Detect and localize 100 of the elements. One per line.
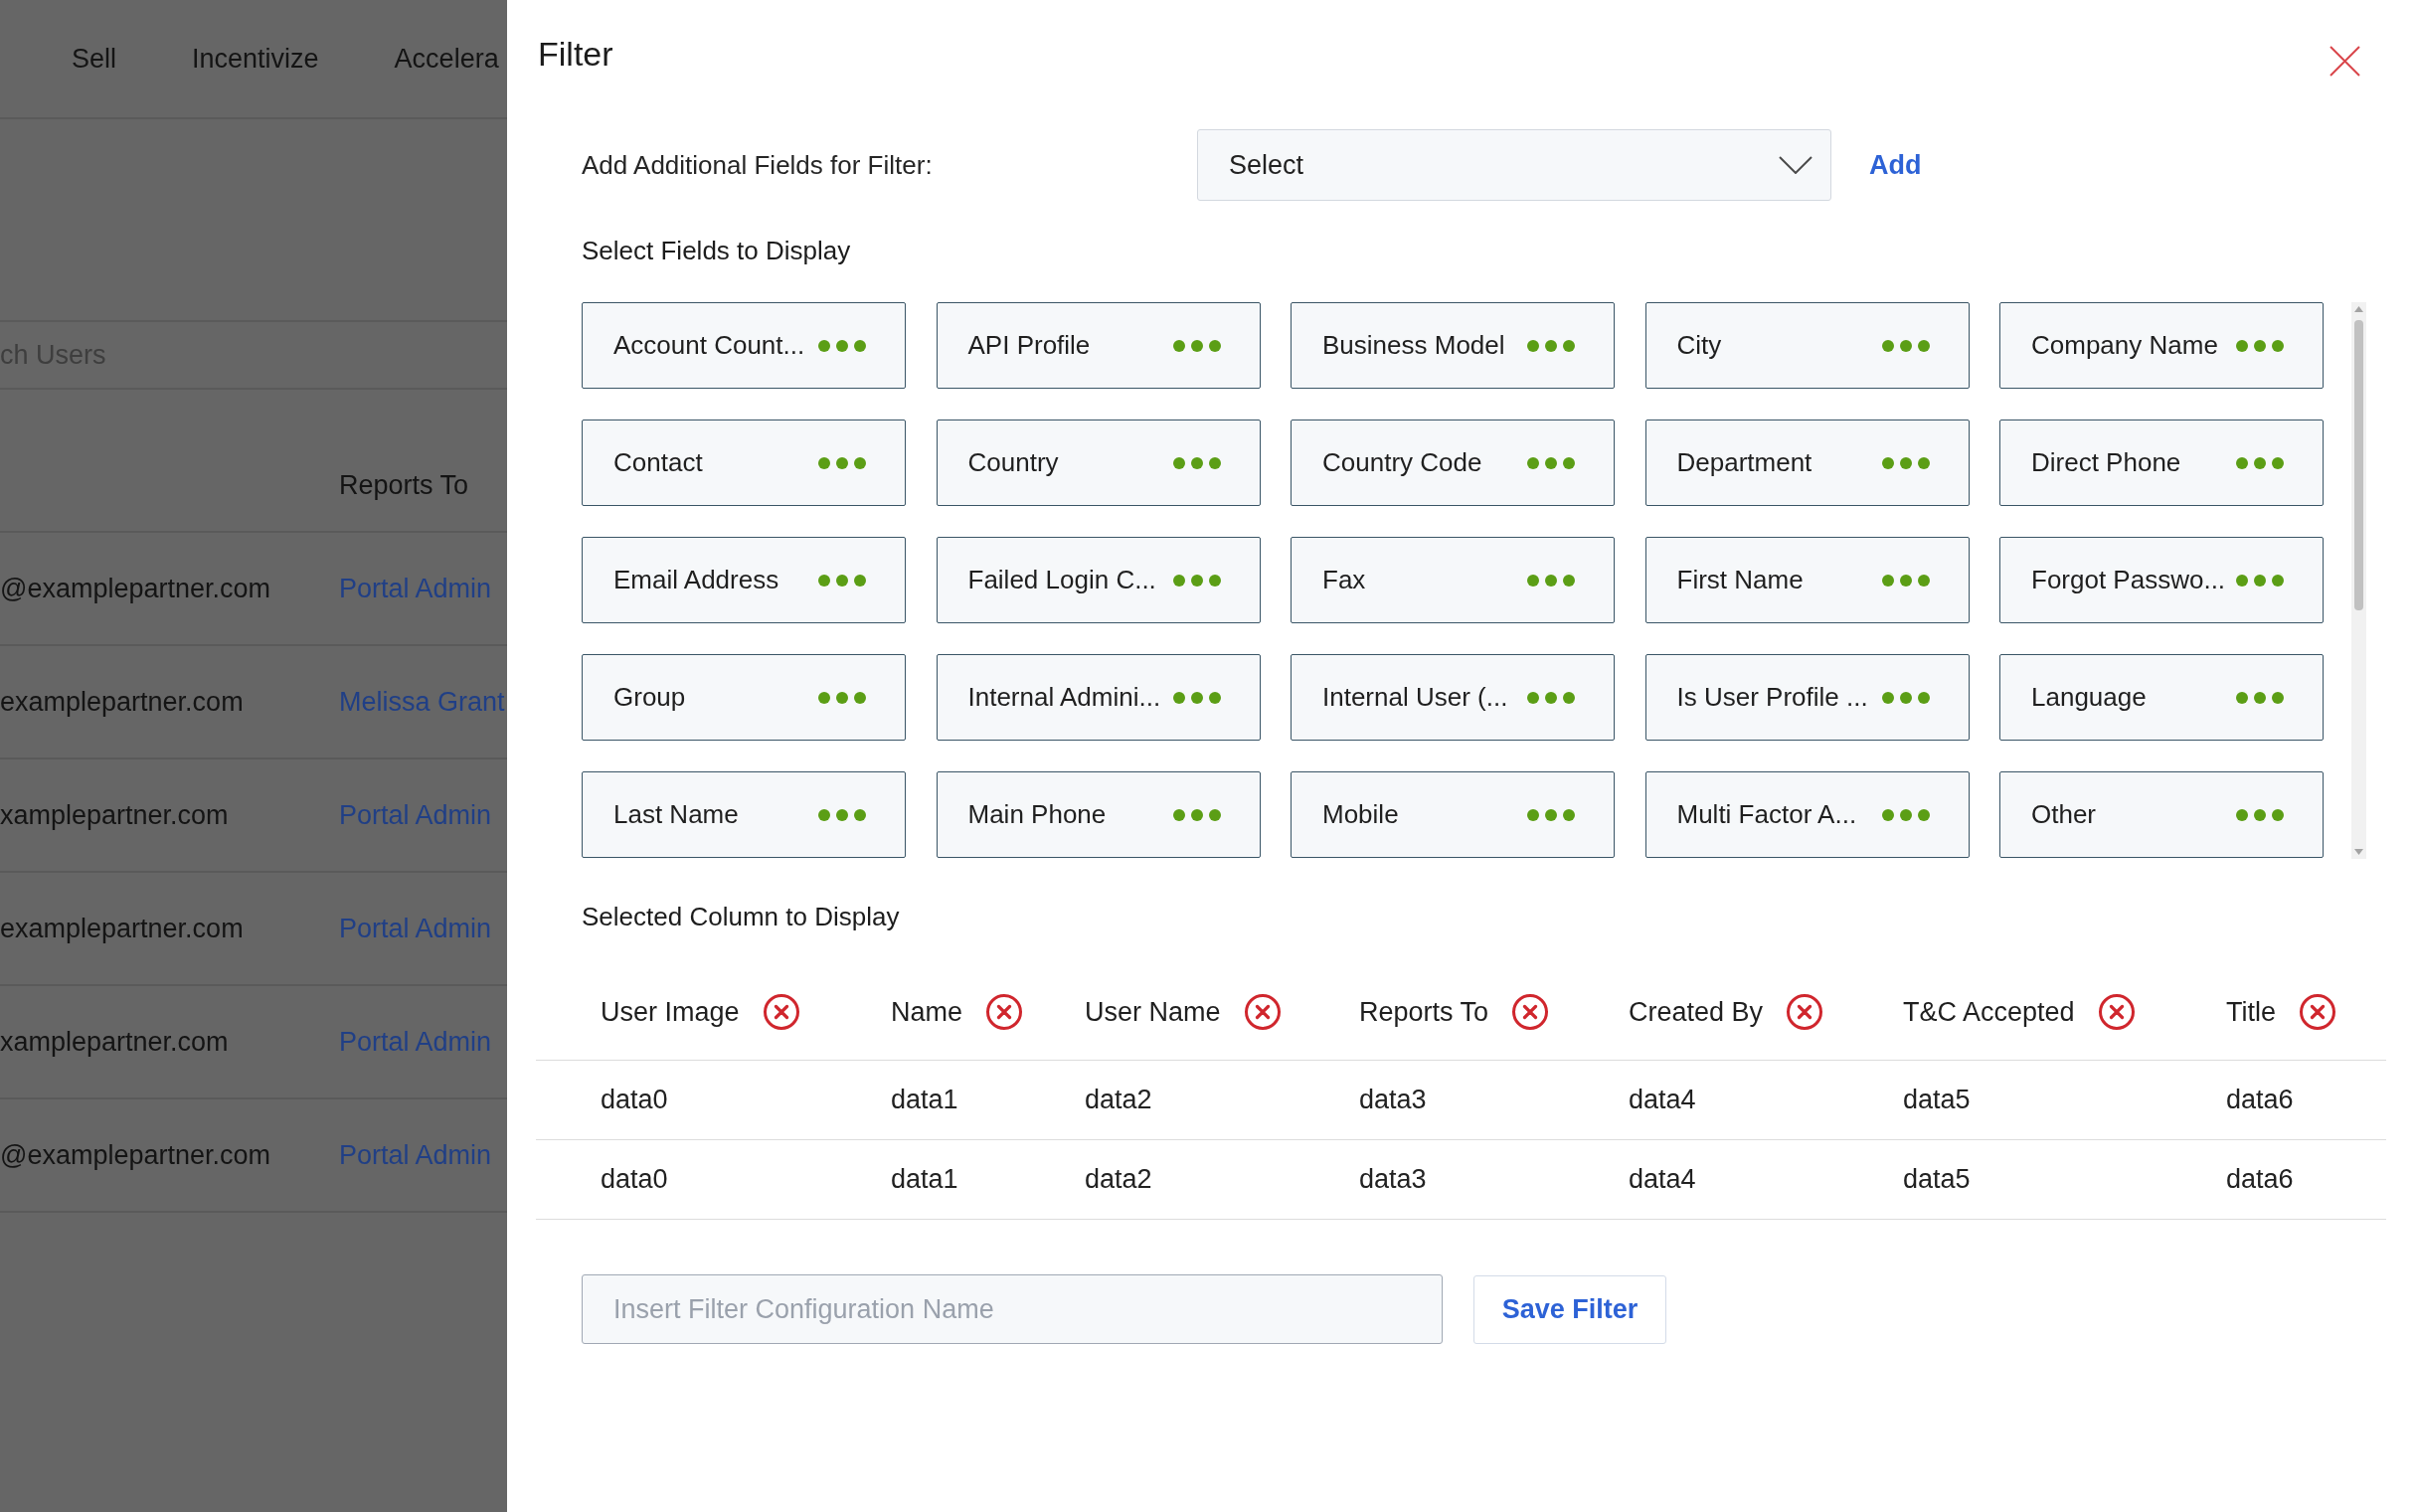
save-filter-button[interactable]: Save Filter: [1473, 1274, 1666, 1344]
dots-icon[interactable]: [2235, 338, 2285, 353]
add-button[interactable]: Add: [1869, 149, 1922, 181]
dots-icon[interactable]: [1526, 573, 1576, 588]
table-cell-text: data4: [1629, 1085, 1697, 1115]
column-header: User Name: [1085, 996, 1221, 1028]
dots-icon[interactable]: [1880, 573, 1931, 588]
dots-icon[interactable]: [1880, 455, 1931, 470]
field-label: Add Additional Fields for Filter:: [582, 149, 934, 181]
scroll-down-icon[interactable]: [2354, 849, 2363, 855]
dots-icon[interactable]: [1880, 807, 1931, 822]
select-dropdown[interactable]: Select: [1197, 129, 1831, 201]
column-header: T&C Accepted: [1903, 996, 2075, 1028]
field-card[interactable]: Multi Factor A...: [1644, 771, 1970, 858]
field-card[interactable]: Contact: [582, 420, 906, 506]
field-card[interactable]: Forgot Passwo...: [1999, 537, 2324, 623]
table-cell-text: data6: [2226, 1164, 2295, 1195]
x-circle-icon[interactable]: [2098, 994, 2135, 1030]
field-card[interactable]: Language: [1999, 654, 2324, 741]
table-cell-text: data5: [1903, 1085, 1972, 1115]
field-card[interactable]: Fax: [1291, 537, 1615, 623]
field-card[interactable]: Country Code: [1291, 420, 1615, 506]
dots-icon[interactable]: [817, 573, 867, 588]
field-card[interactable]: Failed Login C...: [936, 537, 1261, 623]
field-name: Forgot Passwo...: [2031, 565, 2226, 595]
field-name: Department: [1676, 447, 1812, 478]
field-name: Company Name: [2031, 330, 2218, 361]
x-circle-icon[interactable]: [763, 994, 799, 1030]
column-header: Reports To: [1359, 996, 1489, 1028]
x-circle-icon[interactable]: [2300, 994, 2335, 1030]
dots-icon[interactable]: [2235, 807, 2285, 822]
field-card[interactable]: Account Count...: [582, 302, 906, 389]
scroll-up-icon[interactable]: [2354, 306, 2363, 312]
field-name: Main Phone: [967, 799, 1107, 830]
field-card[interactable]: Last Name: [582, 771, 906, 858]
dots-icon[interactable]: [817, 338, 867, 353]
x-circle-icon[interactable]: [986, 994, 1023, 1030]
x-circle-icon[interactable]: [1787, 994, 1823, 1030]
table-cell-text: @examplepartner.com: [0, 573, 272, 604]
field-name: First Name: [1676, 565, 1804, 595]
dots-icon[interactable]: [817, 455, 867, 470]
field-card[interactable]: API Profile: [936, 302, 1261, 389]
column-header: User Image: [601, 996, 740, 1028]
table-cell-text: xamplepartner.com: [0, 799, 230, 831]
dots-icon[interactable]: [1526, 338, 1576, 353]
field-card[interactable]: Country: [936, 420, 1261, 506]
dots-icon[interactable]: [1171, 455, 1222, 470]
field-card[interactable]: Other: [1999, 771, 2324, 858]
field-name: Is User Profile ...: [1676, 682, 1868, 713]
dots-icon[interactable]: [817, 690, 867, 705]
table-cell-text: examplepartner.com: [0, 913, 245, 944]
dots-icon[interactable]: [1526, 690, 1576, 705]
field-card[interactable]: Direct Phone: [1999, 420, 2324, 506]
field-name: Group: [613, 682, 686, 713]
field-card[interactable]: City: [1644, 302, 1970, 389]
field-card[interactable]: Internal Admini...: [936, 654, 1261, 741]
column-header: Name: [891, 996, 963, 1028]
close-icon[interactable]: [2330, 46, 2360, 77]
column-header: Title: [2226, 996, 2276, 1028]
field-name: Internal Admini...: [967, 682, 1161, 713]
dots-icon[interactable]: [1171, 573, 1222, 588]
table-cell-text: data3: [1359, 1085, 1428, 1115]
field-card[interactable]: Mobile: [1291, 771, 1615, 858]
x-circle-icon[interactable]: [1244, 994, 1281, 1030]
x-circle-icon[interactable]: [1512, 994, 1549, 1030]
table-cell-text: data1: [891, 1085, 959, 1115]
dots-icon[interactable]: [2235, 573, 2285, 588]
dots-icon[interactable]: [1526, 455, 1576, 470]
field-card[interactable]: First Name: [1644, 537, 1970, 623]
table-cell-text: data5: [1903, 1164, 1972, 1195]
field-card[interactable]: Internal User (...: [1291, 654, 1615, 741]
section-heading: Select Fields to Display: [581, 235, 852, 266]
table-cell-text: data3: [1359, 1164, 1428, 1195]
field-card[interactable]: Company Name: [1999, 302, 2324, 389]
dots-icon[interactable]: [2235, 455, 2285, 470]
field-name: API Profile: [967, 330, 1091, 361]
field-name: Multi Factor A...: [1676, 799, 1857, 830]
field-card[interactable]: Main Phone: [936, 771, 1261, 858]
column-header: Reports To: [339, 470, 470, 501]
dots-icon[interactable]: [1171, 807, 1222, 822]
field-card[interactable]: Group: [582, 654, 906, 741]
scrollbar-thumb[interactable]: [2354, 320, 2363, 610]
dots-icon[interactable]: [1526, 807, 1576, 822]
dots-icon[interactable]: [1171, 690, 1222, 705]
scrollbar[interactable]: [2351, 302, 2366, 859]
field-name: Other: [2031, 799, 2097, 830]
dots-icon[interactable]: [817, 807, 867, 822]
field-card[interactable]: Is User Profile ...: [1644, 654, 1970, 741]
field-card[interactable]: Business Model: [1291, 302, 1615, 389]
field-card[interactable]: Email Address: [582, 537, 906, 623]
table-cell-text: examplepartner.com: [0, 686, 245, 718]
field-card[interactable]: Department: [1644, 420, 1970, 506]
dots-icon[interactable]: [1171, 338, 1222, 353]
field-name: Internal User (...: [1322, 682, 1508, 713]
dots-icon[interactable]: [2235, 690, 2285, 705]
dots-icon[interactable]: [1880, 338, 1931, 353]
table-cell-text: data1: [891, 1164, 959, 1195]
table-cell-text: data6: [2226, 1085, 2295, 1115]
filter-name-field[interactable]: Insert Filter Configuration Name: [582, 1274, 1443, 1344]
dots-icon[interactable]: [1880, 690, 1931, 705]
